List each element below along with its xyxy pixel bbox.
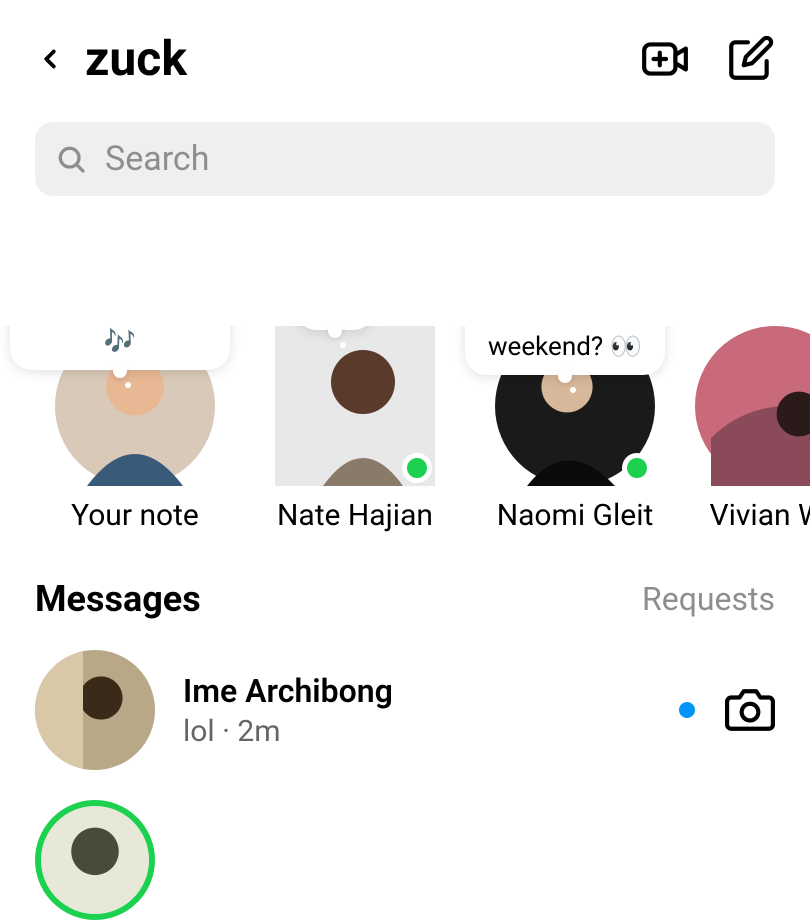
note-bubble[interactable]: ❘❘❘ Flowers Miley Cyrus Music in Notes 🎶	[10, 326, 230, 370]
camera-icon[interactable]	[725, 685, 775, 735]
avatar[interactable]	[35, 650, 155, 770]
avatar[interactable]	[35, 800, 155, 920]
note-item[interactable]: 👻 Nate Hajian	[255, 326, 455, 533]
presence-indicator	[622, 453, 652, 483]
new-video-call-icon[interactable]	[640, 34, 690, 84]
notes-row[interactable]: ❘❘❘ Flowers Miley Cyrus Music in Notes 🎶…	[0, 326, 810, 533]
search-container: Search	[0, 102, 810, 221]
note-label: Nate Hajian	[277, 498, 433, 533]
message-text: Ime Archibong lol · 2m	[183, 672, 679, 749]
note-item[interactable]: Vivian Wa	[695, 326, 810, 533]
note-your-note[interactable]: ❘❘❘ Flowers Miley Cyrus Music in Notes 🎶…	[35, 326, 235, 533]
messages-title: Messages	[35, 578, 201, 620]
header: zuck	[0, 0, 810, 102]
note-bubble[interactable]: Who is going to be in SF this weekend? 👀	[465, 326, 665, 375]
username-title[interactable]: zuck	[85, 30, 605, 87]
unread-indicator	[679, 702, 695, 718]
search-input[interactable]: Search	[35, 122, 775, 196]
note-label: Naomi Gleit	[497, 498, 654, 533]
compose-icon[interactable]	[725, 34, 775, 84]
requests-link[interactable]: Requests	[642, 580, 775, 618]
messages-header: Messages Requests	[0, 533, 810, 640]
note-item[interactable]: Who is going to be in SF this weekend? 👀…	[475, 326, 675, 533]
presence-indicator	[402, 453, 432, 483]
search-icon	[55, 143, 87, 175]
avatar[interactable]	[275, 326, 435, 486]
message-row[interactable]: Ime Archibong lol · 2m	[0, 640, 810, 780]
message-preview: lol · 2m	[183, 714, 679, 749]
search-placeholder: Search	[105, 139, 209, 179]
note-label: Vivian Wa	[709, 498, 810, 533]
note-label: Your note	[71, 498, 199, 533]
back-icon[interactable]	[35, 44, 65, 74]
message-name: Ime Archibong	[183, 672, 679, 710]
message-row[interactable]	[0, 780, 810, 920]
avatar[interactable]	[695, 326, 810, 486]
